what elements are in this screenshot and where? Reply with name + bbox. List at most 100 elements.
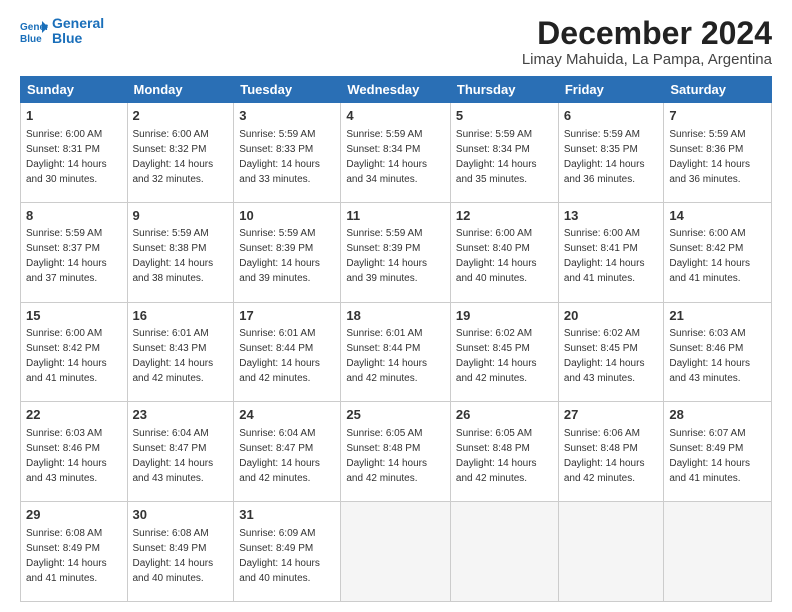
logo: General Blue General Blue bbox=[20, 16, 104, 47]
calendar-cell: 1 Sunrise: 6:00 AMSunset: 8:31 PMDayligh… bbox=[21, 103, 128, 203]
day-number: 30 bbox=[133, 506, 229, 524]
day-number: 16 bbox=[133, 307, 229, 325]
day-detail: Sunrise: 5:59 AMSunset: 8:34 PMDaylight:… bbox=[346, 129, 427, 185]
calendar-cell: 20 Sunrise: 6:02 AMSunset: 8:45 PMDaylig… bbox=[558, 302, 664, 402]
day-detail: Sunrise: 6:05 AMSunset: 8:48 PMDaylight:… bbox=[456, 428, 537, 484]
day-detail: Sunrise: 5:59 AMSunset: 8:37 PMDaylight:… bbox=[26, 228, 107, 284]
day-number: 22 bbox=[26, 406, 122, 424]
day-number: 18 bbox=[346, 307, 445, 325]
calendar-week-row: 22 Sunrise: 6:03 AMSunset: 8:46 PMDaylig… bbox=[21, 402, 772, 502]
col-monday: Monday bbox=[127, 77, 234, 103]
calendar-cell: 8 Sunrise: 5:59 AMSunset: 8:37 PMDayligh… bbox=[21, 202, 128, 302]
day-number: 20 bbox=[564, 307, 659, 325]
day-detail: Sunrise: 6:02 AMSunset: 8:45 PMDaylight:… bbox=[564, 328, 645, 384]
calendar-cell: 30 Sunrise: 6:08 AMSunset: 8:49 PMDaylig… bbox=[127, 502, 234, 602]
day-number: 31 bbox=[239, 506, 335, 524]
calendar-cell: 19 Sunrise: 6:02 AMSunset: 8:45 PMDaylig… bbox=[450, 302, 558, 402]
day-number: 14 bbox=[669, 207, 766, 225]
calendar-cell bbox=[450, 502, 558, 602]
day-number: 4 bbox=[346, 107, 445, 125]
logo-icon: General Blue bbox=[20, 17, 48, 45]
title-block: December 2024 Limay Mahuida, La Pampa, A… bbox=[522, 16, 772, 68]
calendar-cell: 18 Sunrise: 6:01 AMSunset: 8:44 PMDaylig… bbox=[341, 302, 451, 402]
day-detail: Sunrise: 5:59 AMSunset: 8:39 PMDaylight:… bbox=[346, 228, 427, 284]
day-number: 27 bbox=[564, 406, 659, 424]
calendar-week-row: 8 Sunrise: 5:59 AMSunset: 8:37 PMDayligh… bbox=[21, 202, 772, 302]
day-number: 25 bbox=[346, 406, 445, 424]
calendar-cell: 24 Sunrise: 6:04 AMSunset: 8:47 PMDaylig… bbox=[234, 402, 341, 502]
day-detail: Sunrise: 6:02 AMSunset: 8:45 PMDaylight:… bbox=[456, 328, 537, 384]
calendar-cell: 2 Sunrise: 6:00 AMSunset: 8:32 PMDayligh… bbox=[127, 103, 234, 203]
day-detail: Sunrise: 6:00 AMSunset: 8:41 PMDaylight:… bbox=[564, 228, 645, 284]
calendar-cell: 12 Sunrise: 6:00 AMSunset: 8:40 PMDaylig… bbox=[450, 202, 558, 302]
col-wednesday: Wednesday bbox=[341, 77, 451, 103]
day-detail: Sunrise: 6:00 AMSunset: 8:40 PMDaylight:… bbox=[456, 228, 537, 284]
day-detail: Sunrise: 5:59 AMSunset: 8:38 PMDaylight:… bbox=[133, 228, 214, 284]
calendar-week-row: 29 Sunrise: 6:08 AMSunset: 8:49 PMDaylig… bbox=[21, 502, 772, 602]
day-number: 15 bbox=[26, 307, 122, 325]
col-tuesday: Tuesday bbox=[234, 77, 341, 103]
calendar-cell: 7 Sunrise: 5:59 AMSunset: 8:36 PMDayligh… bbox=[664, 103, 772, 203]
day-number: 10 bbox=[239, 207, 335, 225]
day-detail: Sunrise: 5:59 AMSunset: 8:36 PMDaylight:… bbox=[669, 129, 750, 185]
header: General Blue General Blue December 2024 … bbox=[20, 16, 772, 68]
day-number: 11 bbox=[346, 207, 445, 225]
day-detail: Sunrise: 5:59 AMSunset: 8:33 PMDaylight:… bbox=[239, 129, 320, 185]
day-number: 9 bbox=[133, 207, 229, 225]
day-detail: Sunrise: 6:08 AMSunset: 8:49 PMDaylight:… bbox=[26, 528, 107, 584]
day-number: 12 bbox=[456, 207, 553, 225]
calendar-table: Sunday Monday Tuesday Wednesday Thursday… bbox=[20, 76, 772, 602]
day-detail: Sunrise: 6:04 AMSunset: 8:47 PMDaylight:… bbox=[133, 428, 214, 484]
day-number: 1 bbox=[26, 107, 122, 125]
logo-blue: Blue bbox=[52, 31, 104, 46]
col-thursday: Thursday bbox=[450, 77, 558, 103]
main-title: December 2024 bbox=[522, 16, 772, 51]
day-detail: Sunrise: 5:59 AMSunset: 8:35 PMDaylight:… bbox=[564, 129, 645, 185]
calendar-cell bbox=[558, 502, 664, 602]
day-detail: Sunrise: 6:00 AMSunset: 8:31 PMDaylight:… bbox=[26, 129, 107, 185]
day-number: 19 bbox=[456, 307, 553, 325]
day-number: 17 bbox=[239, 307, 335, 325]
day-number: 7 bbox=[669, 107, 766, 125]
calendar-cell: 14 Sunrise: 6:00 AMSunset: 8:42 PMDaylig… bbox=[664, 202, 772, 302]
calendar-cell: 16 Sunrise: 6:01 AMSunset: 8:43 PMDaylig… bbox=[127, 302, 234, 402]
day-detail: Sunrise: 5:59 AMSunset: 8:39 PMDaylight:… bbox=[239, 228, 320, 284]
day-detail: Sunrise: 6:01 AMSunset: 8:44 PMDaylight:… bbox=[239, 328, 320, 384]
calendar-cell: 17 Sunrise: 6:01 AMSunset: 8:44 PMDaylig… bbox=[234, 302, 341, 402]
calendar-cell: 10 Sunrise: 5:59 AMSunset: 8:39 PMDaylig… bbox=[234, 202, 341, 302]
calendar-week-row: 1 Sunrise: 6:00 AMSunset: 8:31 PMDayligh… bbox=[21, 103, 772, 203]
calendar-cell: 25 Sunrise: 6:05 AMSunset: 8:48 PMDaylig… bbox=[341, 402, 451, 502]
day-detail: Sunrise: 6:09 AMSunset: 8:49 PMDaylight:… bbox=[239, 528, 320, 584]
day-detail: Sunrise: 6:05 AMSunset: 8:48 PMDaylight:… bbox=[346, 428, 427, 484]
calendar-cell: 29 Sunrise: 6:08 AMSunset: 8:49 PMDaylig… bbox=[21, 502, 128, 602]
calendar-cell: 3 Sunrise: 5:59 AMSunset: 8:33 PMDayligh… bbox=[234, 103, 341, 203]
day-number: 23 bbox=[133, 406, 229, 424]
calendar-cell: 27 Sunrise: 6:06 AMSunset: 8:48 PMDaylig… bbox=[558, 402, 664, 502]
day-detail: Sunrise: 6:04 AMSunset: 8:47 PMDaylight:… bbox=[239, 428, 320, 484]
col-sunday: Sunday bbox=[21, 77, 128, 103]
calendar-cell: 21 Sunrise: 6:03 AMSunset: 8:46 PMDaylig… bbox=[664, 302, 772, 402]
calendar-cell: 6 Sunrise: 5:59 AMSunset: 8:35 PMDayligh… bbox=[558, 103, 664, 203]
day-number: 26 bbox=[456, 406, 553, 424]
calendar-cell: 11 Sunrise: 5:59 AMSunset: 8:39 PMDaylig… bbox=[341, 202, 451, 302]
calendar-cell: 26 Sunrise: 6:05 AMSunset: 8:48 PMDaylig… bbox=[450, 402, 558, 502]
subtitle: Limay Mahuida, La Pampa, Argentina bbox=[522, 51, 772, 68]
calendar-cell: 22 Sunrise: 6:03 AMSunset: 8:46 PMDaylig… bbox=[21, 402, 128, 502]
calendar-cell: 28 Sunrise: 6:07 AMSunset: 8:49 PMDaylig… bbox=[664, 402, 772, 502]
day-number: 8 bbox=[26, 207, 122, 225]
day-detail: Sunrise: 6:03 AMSunset: 8:46 PMDaylight:… bbox=[26, 428, 107, 484]
calendar-cell: 23 Sunrise: 6:04 AMSunset: 8:47 PMDaylig… bbox=[127, 402, 234, 502]
col-saturday: Saturday bbox=[664, 77, 772, 103]
calendar-cell: 5 Sunrise: 5:59 AMSunset: 8:34 PMDayligh… bbox=[450, 103, 558, 203]
day-detail: Sunrise: 6:00 AMSunset: 8:42 PMDaylight:… bbox=[669, 228, 750, 284]
calendar-cell bbox=[664, 502, 772, 602]
day-number: 3 bbox=[239, 107, 335, 125]
day-number: 29 bbox=[26, 506, 122, 524]
calendar-cell: 31 Sunrise: 6:09 AMSunset: 8:49 PMDaylig… bbox=[234, 502, 341, 602]
calendar-cell: 15 Sunrise: 6:00 AMSunset: 8:42 PMDaylig… bbox=[21, 302, 128, 402]
day-number: 13 bbox=[564, 207, 659, 225]
day-detail: Sunrise: 6:07 AMSunset: 8:49 PMDaylight:… bbox=[669, 428, 750, 484]
calendar-header-row: Sunday Monday Tuesday Wednesday Thursday… bbox=[21, 77, 772, 103]
day-detail: Sunrise: 6:01 AMSunset: 8:44 PMDaylight:… bbox=[346, 328, 427, 384]
day-number: 6 bbox=[564, 107, 659, 125]
